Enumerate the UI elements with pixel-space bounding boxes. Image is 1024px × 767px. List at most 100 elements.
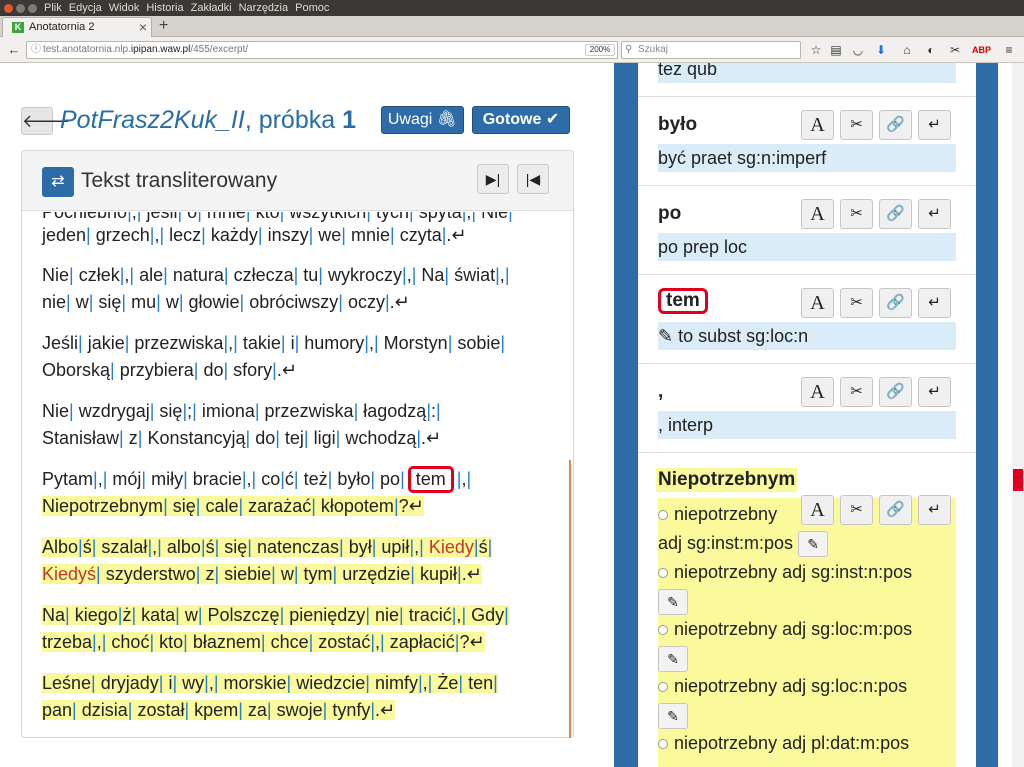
back-icon[interactable]: ← bbox=[4, 40, 24, 60]
token-orth: było bbox=[658, 114, 698, 135]
reading-list-icon[interactable]: ▤ bbox=[827, 41, 845, 59]
text-line[interactable]: jeden| grzech|,| lecz| każdy| inszy| we|… bbox=[42, 222, 466, 249]
font-icon[interactable]: A bbox=[801, 377, 834, 407]
search-input[interactable]: ⚲ Szukaj bbox=[621, 41, 801, 59]
link-icon[interactable]: 🔗 bbox=[879, 288, 912, 318]
text-line-part[interactable]: Pytam|,| mój| miły| bracie|,| co|ć| też|… bbox=[42, 469, 405, 489]
window-controls bbox=[0, 0, 44, 16]
page-scrollbar[interactable] bbox=[1012, 63, 1024, 767]
new-tab-icon[interactable]: + bbox=[159, 16, 168, 36]
candidate-option[interactable]: niepotrzebny bbox=[658, 501, 777, 528]
title-number: 1 bbox=[342, 106, 356, 134]
text-line[interactable]: Nie| człek|,| ale| natura| człecza| tu| … bbox=[42, 262, 510, 289]
pocket-icon[interactable]: ◡ bbox=[849, 41, 867, 59]
interp-value-edited[interactable]: ✎ to subst sg:loc:n bbox=[658, 322, 956, 350]
radio-button[interactable] bbox=[658, 568, 668, 579]
link-icon[interactable]: 🔗 bbox=[879, 110, 912, 140]
window-minimize-icon[interactable] bbox=[16, 3, 25, 13]
font-icon[interactable]: A bbox=[801, 199, 834, 229]
browser-tab[interactable]: K Anotatornia 2 × bbox=[2, 17, 152, 37]
extension-icon[interactable]: ◐ bbox=[922, 41, 940, 59]
link-icon[interactable]: 🔗 bbox=[879, 199, 912, 229]
return-icon[interactable]: ↵ bbox=[918, 495, 951, 525]
token-orth: po bbox=[658, 203, 682, 224]
text-line: Leśne| dryjady| i| wy|,| morskie| wiedzc… bbox=[42, 670, 498, 697]
candidate-option[interactable]: niepotrzebny adj sg:loc:m:pos bbox=[658, 616, 912, 643]
scissors-icon[interactable]: ✂ bbox=[840, 495, 873, 525]
radio-button[interactable] bbox=[658, 625, 668, 636]
tab-close-icon[interactable]: × bbox=[139, 18, 147, 36]
return-icon[interactable]: ↵ bbox=[918, 110, 951, 140]
interp-value[interactable]: być praet sg:n:imperf bbox=[658, 144, 956, 172]
token-entry-tez: też qub bbox=[638, 63, 976, 97]
menu-pomoc[interactable]: Pomoc bbox=[295, 0, 329, 16]
menu-edycja[interactable]: Edycja bbox=[69, 0, 102, 16]
pencil-edit-button[interactable]: ✎ bbox=[798, 531, 829, 558]
scissors-icon[interactable]: ✂ bbox=[840, 377, 873, 407]
interp-value[interactable]: , interp bbox=[658, 411, 956, 439]
download-icon[interactable]: ⬇ bbox=[872, 41, 890, 59]
interp-value[interactable]: po prep loc bbox=[658, 233, 956, 261]
font-icon[interactable]: A bbox=[801, 110, 834, 140]
scissors-icon[interactable]: ✂ bbox=[840, 199, 873, 229]
text-line: Niepotrzebnym| się| cale| zarażać| kłopo… bbox=[42, 493, 424, 520]
back-arrow-button[interactable]: 🡐 bbox=[21, 107, 70, 135]
return-icon[interactable]: ↵ bbox=[918, 288, 951, 318]
home-icon[interactable]: ⌂ bbox=[898, 41, 916, 59]
text-line[interactable]: Nie| wzdrygaj| się|;| imiona| przezwiska… bbox=[42, 398, 441, 425]
radio-button[interactable] bbox=[658, 739, 668, 750]
uwagi-button[interactable]: Uwagi 🖇 bbox=[381, 106, 464, 134]
prev-sample-button[interactable]: |◀ bbox=[517, 164, 549, 194]
menu-hamburger-icon[interactable]: ≡ bbox=[1000, 41, 1018, 59]
candidate-option[interactable]: niepotrzebny adj sg:inst:n:pos bbox=[658, 559, 912, 586]
font-icon[interactable]: A bbox=[801, 288, 834, 318]
screenshot-icon[interactable]: ✂ bbox=[946, 41, 964, 59]
link-icon[interactable]: 🔗 bbox=[879, 377, 912, 407]
text-line[interactable]: Stanisław| z| Konstancyją| do| tej| ligi… bbox=[42, 425, 441, 452]
text-line[interactable]: Jeśli| jakie| przezwiska|,| takie| i| hu… bbox=[42, 330, 505, 357]
selected-token-tem[interactable]: tem bbox=[407, 466, 454, 493]
font-icon[interactable]: A bbox=[801, 495, 834, 525]
text-line-part[interactable]: |,| bbox=[457, 469, 471, 489]
text-line-highlighted[interactable]: Kiedyś| szyderstwo| z| siebie| w| tym| u… bbox=[42, 564, 482, 584]
text-line[interactable]: nie| w| się| mu| w| głowie| obróciwszy| … bbox=[42, 289, 410, 316]
menu-widok[interactable]: Widok bbox=[109, 0, 140, 16]
adblock-icon[interactable]: ABP bbox=[972, 41, 991, 59]
menu-plik[interactable]: Plik bbox=[44, 0, 62, 16]
bookmark-star-icon[interactable]: ☆ bbox=[807, 41, 825, 59]
candidate-option[interactable]: niepotrzebny adj pl:dat:m:pos bbox=[658, 730, 909, 757]
link-icon[interactable]: 🔗 bbox=[879, 495, 912, 525]
menu-historia[interactable]: Historia bbox=[146, 0, 183, 16]
menu-zakladki[interactable]: Zakładki bbox=[191, 0, 232, 16]
return-icon[interactable]: ↵ bbox=[918, 199, 951, 229]
pencil-edit-button[interactable]: ✎ bbox=[658, 703, 688, 730]
text-line-highlighted[interactable]: pan| dzisia| został| kpem| za| swoje| ty… bbox=[42, 700, 396, 720]
os-menubar: Plik Edycja Widok Historia Zakładki Narz… bbox=[0, 0, 1024, 16]
info-icon[interactable]: ⓘ bbox=[31, 42, 41, 58]
text-line-highlighted[interactable]: Niepotrzebnym| się| cale| zarażać| kłopo… bbox=[42, 496, 424, 516]
scissors-icon[interactable]: ✂ bbox=[840, 288, 873, 318]
text-line-highlighted[interactable]: Leśne| dryjady| i| wy|,| morskie| wiedzc… bbox=[42, 673, 498, 693]
return-icon[interactable]: ↵ bbox=[918, 377, 951, 407]
text-line: Albo|ś| szalał|,| albo|ś| się| natenczas… bbox=[42, 534, 493, 561]
window-close-icon[interactable] bbox=[4, 3, 13, 13]
gotowe-button[interactable]: Gotowe ✔ bbox=[472, 106, 570, 134]
interp-value[interactable]: też qub bbox=[658, 63, 956, 83]
scrollbar-thumb[interactable] bbox=[1013, 469, 1023, 491]
text-line-highlighted[interactable]: Albo|ś| szalał|,| albo|ś| się| natenczas… bbox=[42, 537, 493, 557]
window-maximize-icon[interactable] bbox=[28, 3, 37, 13]
text-line-highlighted[interactable]: Na| kiego|ż| kata| w| Polszczę| pieniędz… bbox=[42, 605, 509, 625]
pencil-edit-button[interactable]: ✎ bbox=[658, 589, 688, 616]
scissors-icon[interactable]: ✂ bbox=[840, 110, 873, 140]
text-line[interactable]: Oborską| przybiera| do| sfory|.↵ bbox=[42, 357, 297, 384]
next-sample-button[interactable]: ▶| bbox=[477, 164, 509, 194]
url-bar[interactable]: ⓘ test.anotatornia.nlp.ipipan.waw.pl/455… bbox=[26, 41, 635, 59]
radio-button[interactable] bbox=[658, 682, 668, 693]
menu-narzedzia[interactable]: Narzędzia bbox=[239, 0, 289, 16]
radio-button[interactable] bbox=[658, 510, 668, 521]
swap-icon[interactable]: ⇄ bbox=[42, 167, 74, 197]
zoom-indicator[interactable]: 200% bbox=[585, 44, 615, 56]
candidate-option[interactable]: niepotrzebny adj sg:loc:n:pos bbox=[658, 673, 907, 700]
text-line-highlighted[interactable]: trzeba|,| choć| kto| błaznem| chce| zost… bbox=[42, 632, 485, 652]
pencil-edit-button[interactable]: ✎ bbox=[658, 646, 688, 673]
